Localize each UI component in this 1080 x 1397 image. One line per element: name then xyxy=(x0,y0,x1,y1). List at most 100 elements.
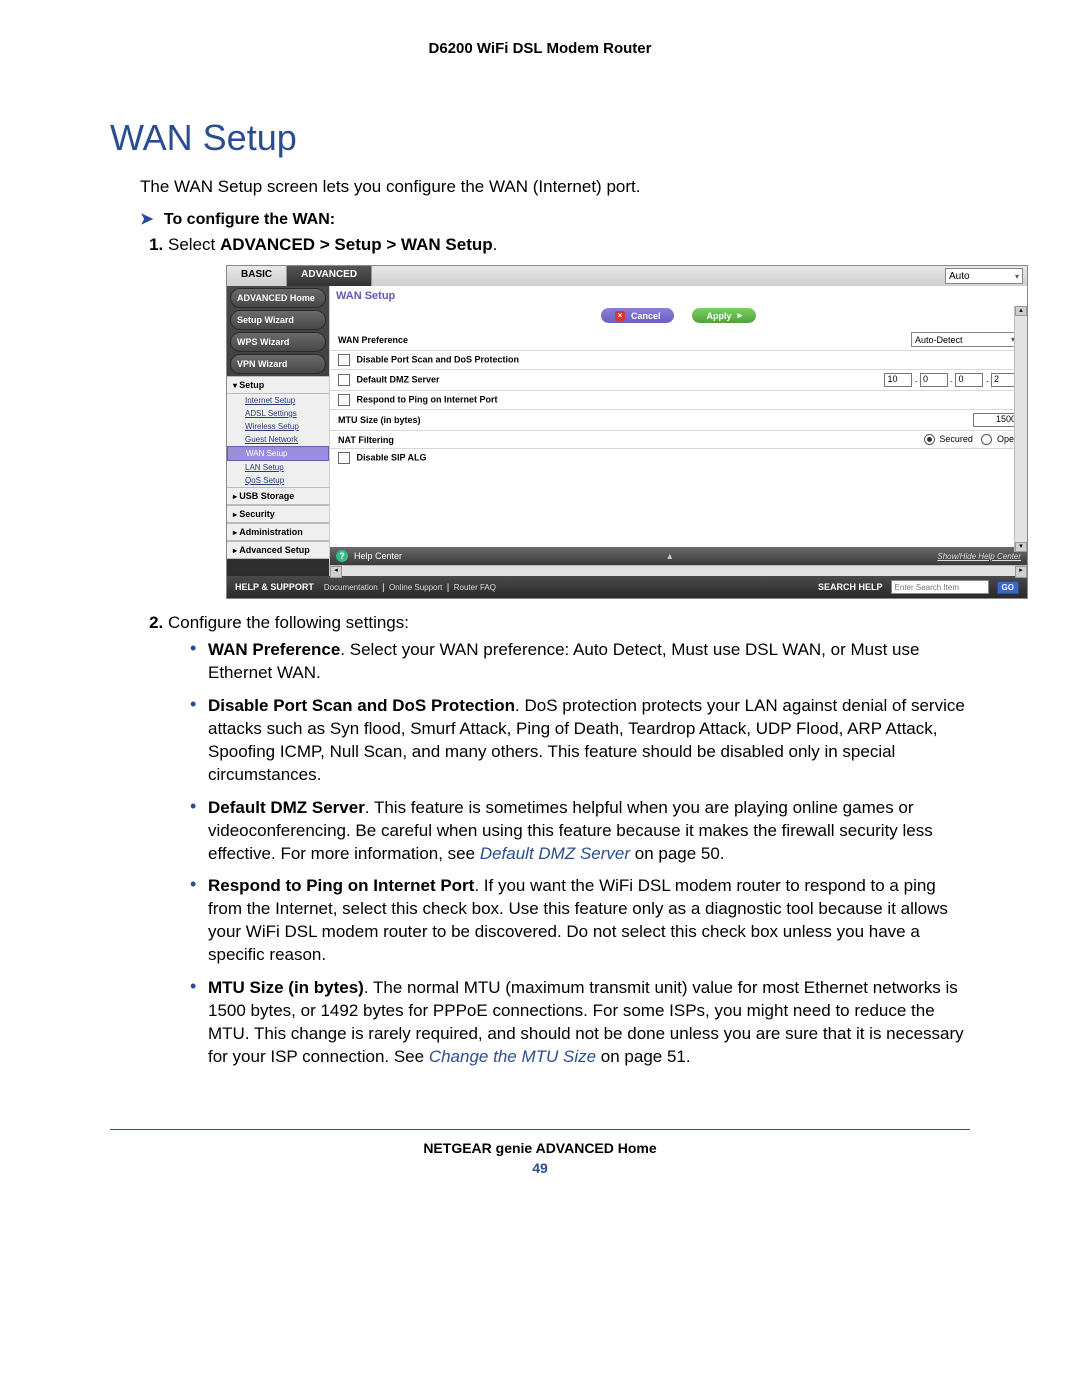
sidebar-sub-adsl-settings[interactable]: ADSL Settings xyxy=(227,407,329,420)
tab-basic[interactable]: BASIC xyxy=(227,266,287,286)
step-2: Configure the following settings: WAN Pr… xyxy=(168,613,970,1069)
chevron-down-icon: ▾ xyxy=(1015,272,1019,281)
step1-prefix: Select xyxy=(168,235,220,254)
sidebar-sub-internet-setup[interactable]: Internet Setup xyxy=(227,394,329,407)
show-hide-help-link[interactable]: Show/Hide Help Center xyxy=(937,552,1021,561)
link-router-faq[interactable]: Router FAQ xyxy=(454,583,496,592)
cancel-button[interactable]: × Cancel xyxy=(601,308,675,323)
sidebar-sub-wan-setup[interactable]: WAN Setup xyxy=(227,446,329,461)
sidebar-section-security[interactable]: Security xyxy=(227,505,329,523)
sidebar-section-advanced-setup[interactable]: Advanced Setup xyxy=(227,541,329,559)
mtu-input[interactable]: 1500 xyxy=(973,413,1019,427)
b-ping-bold: Respond to Ping on Internet Port xyxy=(208,876,474,895)
step-1: Select ADVANCED > Setup > WAN Setup. BAS… xyxy=(168,235,970,599)
sidebar-section-setup[interactable]: Setup xyxy=(227,376,329,394)
disable-sip-label: Disable SIP ALG xyxy=(357,453,427,463)
sidebar-sub-wireless-setup[interactable]: Wireless Setup xyxy=(227,420,329,433)
row-respond-ping: Respond to Ping on Internet Port xyxy=(330,391,1027,410)
step1-path: ADVANCED > Setup > WAN Setup xyxy=(220,235,493,254)
b-dmz-bold: Default DMZ Server xyxy=(208,798,365,817)
doc-header: D6200 WiFi DSL Modem Router xyxy=(110,40,970,57)
nat-secured-label: Secured xyxy=(939,434,973,444)
sidebar-section-usb-storage[interactable]: USB Storage xyxy=(227,487,329,505)
dmz-ip-3[interactable]: 0 xyxy=(955,373,983,387)
apply-label: Apply xyxy=(706,311,731,321)
support-links: Documentation | Online Support | Router … xyxy=(322,582,498,592)
dmz-ip-2[interactable]: 0 xyxy=(920,373,948,387)
row-default-dmz: Default DMZ Server 10 . 0 . 0 . 2 xyxy=(330,370,1027,391)
b-mtu-text2: on page 51. xyxy=(596,1047,691,1066)
procedure-heading: ➤ To configure the WAN: xyxy=(140,209,970,229)
nat-secured-radio[interactable] xyxy=(924,434,935,445)
sidebar-section-administration[interactable]: Administration xyxy=(227,523,329,541)
step1-suffix: . xyxy=(493,235,498,254)
apply-button[interactable]: Apply ▸ xyxy=(692,308,756,323)
b-wanpref-bold: WAN Preference xyxy=(208,640,340,659)
nat-open-radio[interactable] xyxy=(981,434,992,445)
wan-preference-select[interactable]: Auto-Detect ▾ xyxy=(911,332,1019,347)
sidebar-item-setup-wizard[interactable]: Setup Wizard xyxy=(230,310,326,330)
disable-sip-checkbox[interactable] xyxy=(338,452,350,464)
tab-advanced[interactable]: ADVANCED xyxy=(287,266,372,286)
help-icon: ? xyxy=(336,550,348,562)
sidebar-item-wps-wizard[interactable]: WPS Wizard xyxy=(230,332,326,352)
sidebar-sub-guest-network[interactable]: Guest Network xyxy=(227,433,329,446)
scroll-left-icon[interactable]: ◂ xyxy=(330,566,342,578)
wan-preference-label: WAN Preference xyxy=(338,335,408,345)
respond-ping-checkbox[interactable] xyxy=(338,394,350,406)
disable-dos-checkbox[interactable] xyxy=(338,354,350,366)
footer-text: NETGEAR genie ADVANCED Home xyxy=(110,1140,970,1156)
dmz-ip-1[interactable]: 10 xyxy=(884,373,912,387)
sidebar-sub-qos-setup[interactable]: QoS Setup xyxy=(227,474,329,487)
mtu-label: MTU Size (in bytes) xyxy=(338,415,421,425)
bullet-disable-dos: Disable Port Scan and DoS Protection. Do… xyxy=(190,695,970,787)
horizontal-scrollbar[interactable]: ◂ ▸ xyxy=(330,565,1027,576)
chevron-up-icon[interactable]: ▴ xyxy=(408,551,931,562)
pane-title: WAN Setup xyxy=(330,286,1027,306)
search-help-input[interactable]: Enter Search Item xyxy=(891,580,989,594)
wan-preference-value: Auto-Detect xyxy=(915,335,963,345)
sidebar-item-advanced-home[interactable]: ADVANCED Home xyxy=(230,288,326,308)
link-documentation[interactable]: Documentation xyxy=(324,583,378,592)
support-bar: HELP & SUPPORT Documentation | Online Su… xyxy=(227,576,1027,598)
bullet-wan-preference: WAN Preference. Select your WAN preferen… xyxy=(190,639,970,685)
section-title: WAN Setup xyxy=(110,117,970,159)
lang-select-value: Auto xyxy=(949,271,970,282)
bullet-respond-ping: Respond to Ping on Internet Port. If you… xyxy=(190,875,970,967)
default-dmz-label: Default DMZ Server xyxy=(357,374,440,384)
footer-rule xyxy=(110,1129,970,1130)
cancel-label: Cancel xyxy=(631,311,661,321)
tab-row: BASIC ADVANCED Auto ▾ xyxy=(227,266,1027,286)
search-go-button[interactable]: GO xyxy=(997,581,1019,594)
vertical-scrollbar[interactable]: ▴ ▾ xyxy=(1014,306,1027,552)
link-default-dmz-server[interactable]: Default DMZ Server xyxy=(480,844,630,863)
arrow-right-icon: ▸ xyxy=(738,310,743,321)
intro-text: The WAN Setup screen lets you configure … xyxy=(140,177,970,197)
link-online-support[interactable]: Online Support xyxy=(389,583,442,592)
arrow-icon: ➤ xyxy=(140,211,153,228)
scroll-down-icon[interactable]: ▾ xyxy=(1015,542,1027,552)
bullet-default-dmz: Default DMZ Server. This feature is some… xyxy=(190,797,970,866)
close-icon: × xyxy=(615,311,625,321)
nat-options: Secured Open xyxy=(918,434,1019,445)
procedure-heading-text: To configure the WAN: xyxy=(164,211,335,228)
link-change-mtu-size[interactable]: Change the MTU Size xyxy=(429,1047,596,1066)
default-dmz-checkbox[interactable] xyxy=(338,374,350,386)
sidebar: ADVANCED Home Setup Wizard WPS Wizard VP… xyxy=(227,286,329,576)
b-dmz-text2: on page 50. xyxy=(630,844,725,863)
row-nat-filtering: NAT Filtering Secured Open xyxy=(330,431,1027,449)
router-screenshot: BASIC ADVANCED Auto ▾ ADVANCED Home Setu… xyxy=(226,265,1028,599)
scroll-up-icon[interactable]: ▴ xyxy=(1015,306,1027,316)
b-dos-bold: Disable Port Scan and DoS Protection xyxy=(208,696,515,715)
help-center-bar[interactable]: ? Help Center ▴ Show/Hide Help Center xyxy=(330,547,1027,565)
lang-select[interactable]: Auto ▾ xyxy=(945,268,1023,284)
sidebar-item-vpn-wizard[interactable]: VPN Wizard xyxy=(230,354,326,374)
sidebar-sub-lan-setup[interactable]: LAN Setup xyxy=(227,461,329,474)
nat-filtering-label: NAT Filtering xyxy=(338,435,394,445)
respond-ping-label: Respond to Ping on Internet Port xyxy=(357,394,498,404)
row-wan-preference: WAN Preference Auto-Detect ▾ xyxy=(330,329,1027,351)
b-mtu-bold: MTU Size (in bytes) xyxy=(208,978,364,997)
content-pane: ▴ ▾ WAN Setup × Cancel Apply ▸ xyxy=(329,286,1027,576)
dmz-ip-group: 10 . 0 . 0 . 2 xyxy=(884,373,1019,387)
scroll-right-icon[interactable]: ▸ xyxy=(1015,566,1027,578)
